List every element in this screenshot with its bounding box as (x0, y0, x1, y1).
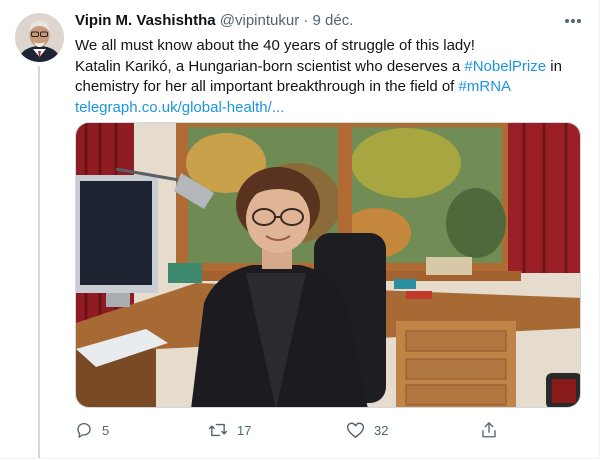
retweet-count: 17 (237, 422, 252, 438)
thread-line (38, 66, 40, 458)
tweet-photo[interactable] (75, 122, 581, 408)
more-icon (565, 19, 581, 23)
tweet-text-line-1: We all must know about the 40 years of s… (75, 37, 475, 54)
tweet[interactable]: Vipin M. Vashishtha @vipintukur · 9 déc.… (0, 0, 600, 459)
like-count: 32 (374, 422, 389, 438)
tweet-header: Vipin M. Vashishtha @vipintukur · 9 déc. (75, 11, 353, 31)
header-separator: · (303, 12, 309, 29)
tweet-text-line-2: Katalin Karikó, a Hungarian-born scienti… (75, 57, 580, 78)
like-icon (346, 422, 365, 438)
tweet-date[interactable]: 9 déc. (313, 12, 354, 29)
more-button[interactable] (562, 13, 584, 29)
author-handle[interactable]: @vipintukur (220, 12, 299, 29)
retweet-icon (208, 423, 228, 437)
reply-icon (77, 422, 91, 438)
avatar-photo (15, 13, 64, 62)
retweet-button[interactable]: 17 (208, 419, 251, 441)
like-button[interactable]: 32 (346, 419, 388, 441)
share-icon (482, 422, 496, 438)
article-link[interactable]: telegraph.co.uk/global-health/... (75, 98, 580, 119)
tweet-text-segment: chemistry for her all important breakthr… (75, 78, 459, 95)
tweet-text-line-3: chemistry for her all important breakthr… (75, 77, 580, 98)
avatar[interactable] (15, 13, 64, 62)
tweet-text-segment: Katalin Karikó, a Hungarian-born scienti… (75, 57, 465, 75)
reply-count: 5 (102, 422, 110, 438)
photo-woman-at-desk (76, 123, 580, 407)
share-button[interactable] (480, 419, 498, 441)
tweet-text: We all must know about the 40 years of s… (75, 36, 580, 118)
tweet-actions: 5 17 32 (75, 419, 505, 441)
author-name[interactable]: Vipin M. Vashishtha (75, 12, 216, 29)
reply-button[interactable]: 5 (75, 419, 109, 441)
hashtag-mrna[interactable]: #mRNA (459, 78, 512, 95)
hashtag-nobelprize[interactable]: #NobelPrize (464, 58, 546, 75)
tweet-text-segment: in (546, 57, 562, 75)
